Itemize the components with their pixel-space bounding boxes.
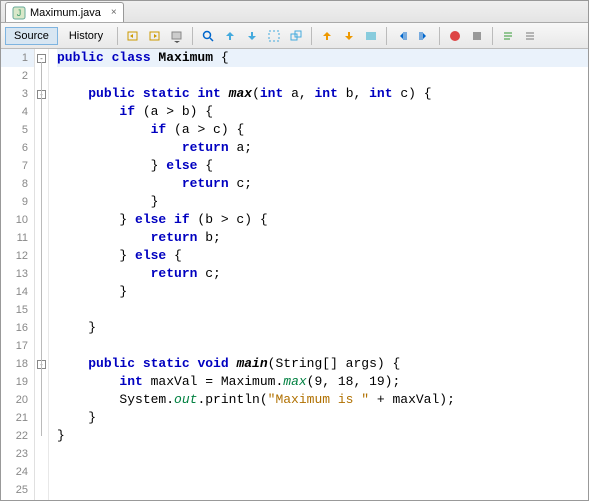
line-number[interactable]: 4 (1, 103, 34, 121)
code-line[interactable]: int maxVal = Maximum.max(9, 18, 19); (57, 373, 588, 391)
line-number[interactable]: 23 (1, 445, 34, 463)
line-number[interactable]: 16 (1, 319, 34, 337)
line-number[interactable]: 6 (1, 139, 34, 157)
select-in-icon[interactable] (286, 26, 306, 46)
code-line[interactable]: return c; (57, 175, 588, 193)
tab-filename: Maximum.java (30, 7, 101, 19)
code-line[interactable] (57, 337, 588, 355)
comment-icon[interactable] (498, 26, 518, 46)
line-number[interactable]: 24 (1, 463, 34, 481)
code-line[interactable]: } else { (57, 247, 588, 265)
code-line[interactable]: } (57, 319, 588, 337)
code-line[interactable] (57, 463, 588, 481)
line-number[interactable]: 15 (1, 301, 34, 319)
line-number[interactable]: 11 (1, 229, 34, 247)
code-line[interactable]: if (a > b) { (57, 103, 588, 121)
file-tab[interactable]: J Maximum.java × (5, 2, 124, 22)
separator (311, 27, 312, 45)
separator (117, 27, 118, 45)
dropdown-icon[interactable] (167, 26, 187, 46)
nav-back-icon[interactable] (123, 26, 143, 46)
code-line[interactable] (57, 301, 588, 319)
source-view-button[interactable]: Source (5, 27, 58, 45)
shift-left-icon[interactable] (392, 26, 412, 46)
history-view-button[interactable]: History (60, 27, 112, 45)
code-line[interactable]: return c; (57, 265, 588, 283)
line-number[interactable]: 18 (1, 355, 34, 373)
code-line[interactable] (57, 445, 588, 463)
code-area[interactable]: public class Maximum { public static int… (49, 49, 588, 500)
code-line[interactable]: System.out.println("Maximum is " + maxVa… (57, 391, 588, 409)
separator (439, 27, 440, 45)
uncomment-icon[interactable] (520, 26, 540, 46)
code-line[interactable]: public static void main(String[] args) { (57, 355, 588, 373)
nav-fwd-icon[interactable] (145, 26, 165, 46)
editor-toolbar: Source History (1, 23, 588, 49)
code-line[interactable]: } (57, 283, 588, 301)
line-number[interactable]: 13 (1, 265, 34, 283)
code-line[interactable]: } (57, 409, 588, 427)
line-number[interactable]: 3 (1, 85, 34, 103)
next-bookmark-icon[interactable] (242, 26, 262, 46)
prev-bookmark-icon[interactable] (220, 26, 240, 46)
svg-text:J: J (17, 8, 22, 18)
code-line[interactable] (57, 481, 588, 499)
line-number[interactable]: 17 (1, 337, 34, 355)
stop-macro-icon[interactable] (467, 26, 487, 46)
line-number[interactable]: 19 (1, 373, 34, 391)
java-file-icon: J (12, 6, 26, 20)
line-number[interactable]: 2 (1, 67, 34, 85)
code-line[interactable]: return a; (57, 139, 588, 157)
line-number[interactable]: 21 (1, 409, 34, 427)
find-icon[interactable] (198, 26, 218, 46)
tab-bar: J Maximum.java × (1, 1, 588, 23)
fold-gutter[interactable]: --- (35, 49, 49, 500)
next-error-icon[interactable] (339, 26, 359, 46)
line-number[interactable]: 10 (1, 211, 34, 229)
code-line[interactable]: } (57, 193, 588, 211)
separator (492, 27, 493, 45)
code-line[interactable] (57, 67, 588, 85)
close-icon[interactable]: × (111, 7, 117, 18)
shift-right-icon[interactable] (414, 26, 434, 46)
line-number[interactable]: 14 (1, 283, 34, 301)
diff-icon[interactable] (361, 26, 381, 46)
line-number[interactable]: 7 (1, 157, 34, 175)
code-editor[interactable]: 1234567891011121314151617181920212223242… (1, 49, 588, 500)
line-number[interactable]: 22 (1, 427, 34, 445)
code-line[interactable]: return b; (57, 229, 588, 247)
code-line[interactable]: } (57, 427, 588, 445)
separator (386, 27, 387, 45)
line-number[interactable]: 12 (1, 247, 34, 265)
line-number[interactable]: 1 (1, 49, 34, 67)
code-line[interactable]: if (a > c) { (57, 121, 588, 139)
toggle-highlight-icon[interactable] (264, 26, 284, 46)
code-line[interactable]: } else { (57, 157, 588, 175)
code-line[interactable]: } else if (b > c) { (57, 211, 588, 229)
line-number[interactable]: 5 (1, 121, 34, 139)
separator (192, 27, 193, 45)
line-number[interactable]: 8 (1, 175, 34, 193)
line-number[interactable]: 20 (1, 391, 34, 409)
prev-error-icon[interactable] (317, 26, 337, 46)
line-number[interactable]: 25 (1, 481, 34, 499)
code-line[interactable]: public class Maximum { (57, 49, 588, 67)
line-number[interactable]: 9 (1, 193, 34, 211)
line-number-gutter[interactable]: 1234567891011121314151617181920212223242… (1, 49, 35, 500)
start-macro-icon[interactable] (445, 26, 465, 46)
code-line[interactable]: public static int max(int a, int b, int … (57, 85, 588, 103)
